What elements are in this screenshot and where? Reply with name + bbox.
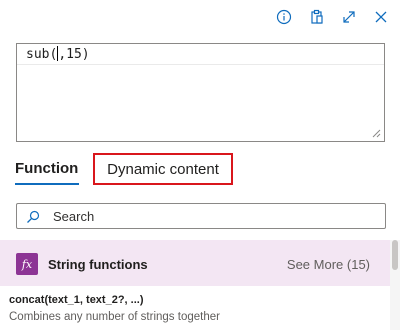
list-item-concat[interactable]: concat(text_1, text_2?, ...) Combines an… <box>0 290 390 330</box>
list-scrollbar[interactable] <box>390 240 400 330</box>
search-icon <box>27 210 40 223</box>
function-signature: concat(text_1, text_2?, ...) <box>9 294 144 306</box>
expression-text[interactable]: sub(,15) <box>26 46 90 62</box>
expression-editor[interactable]: sub(,15) <box>16 43 385 142</box>
panel-toolbar <box>0 0 400 34</box>
resize-grip-icon[interactable] <box>371 128 381 138</box>
tab-selected-indicator <box>15 183 79 185</box>
clipboard-icon[interactable] <box>307 7 327 27</box>
scrollbar-thumb[interactable] <box>392 240 398 270</box>
search-placeholder: Search <box>53 209 95 224</box>
close-icon[interactable] <box>371 7 391 27</box>
expression-before-caret: sub( <box>26 47 58 62</box>
function-description: Combines any number of strings together <box>9 311 220 323</box>
search-input[interactable]: Search <box>16 203 386 229</box>
info-icon[interactable] <box>274 7 294 27</box>
function-tabs: Function Dynamic content <box>0 150 400 190</box>
tab-function[interactable]: Function <box>15 160 78 177</box>
fx-icon: fx <box>16 253 38 275</box>
category-title: String functions <box>48 257 148 272</box>
tab-dynamic-content[interactable]: Dynamic content <box>93 153 233 185</box>
expand-icon[interactable] <box>339 7 359 27</box>
expression-after-caret: ,15) <box>58 47 90 62</box>
see-more-link[interactable]: See More (15) <box>287 257 370 272</box>
